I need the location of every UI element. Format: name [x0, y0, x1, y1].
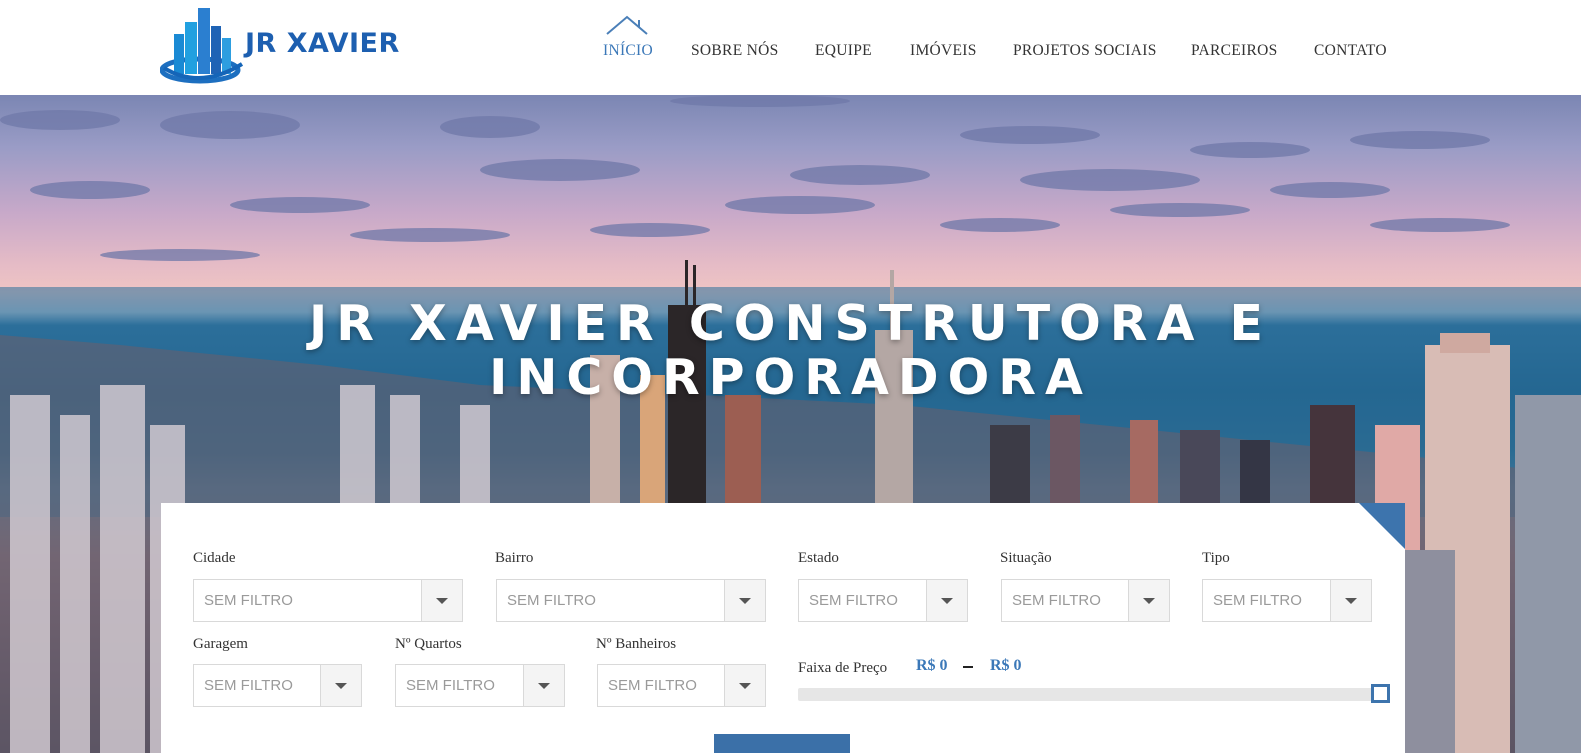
- nav-item-contato[interactable]: CONTATO: [1314, 42, 1387, 60]
- nav-item-projetos-sociais[interactable]: PROJETOS SOCIAIS: [1013, 42, 1157, 60]
- nav-item-imoveis[interactable]: IMÓVEIS: [910, 42, 977, 60]
- select-banheiros[interactable]: SEM FILTRO: [597, 664, 766, 707]
- filter-label-estado: Estado: [798, 550, 839, 566]
- chevron-down-icon[interactable]: [421, 580, 462, 621]
- chevron-down-icon[interactable]: [320, 665, 361, 706]
- main-nav: INÍCIO SOBRE NÓS EQUIPE IMÓVEIS PROJETOS…: [0, 42, 1581, 66]
- select-value: SEM FILTRO: [507, 592, 596, 609]
- select-value: SEM FILTRO: [809, 592, 898, 609]
- search-button[interactable]: [714, 734, 850, 753]
- select-value: SEM FILTRO: [204, 592, 293, 609]
- hero-title-line2: INCORPORADORA: [489, 349, 1092, 406]
- home-icon: [606, 15, 648, 35]
- price-min-value: R$ 0: [916, 657, 948, 674]
- select-value: SEM FILTRO: [1213, 592, 1302, 609]
- select-tipo[interactable]: SEM FILTRO: [1202, 579, 1372, 622]
- select-situacao[interactable]: SEM FILTRO: [1001, 579, 1170, 622]
- nav-item-parceiros[interactable]: PARCEIROS: [1191, 42, 1278, 60]
- price-max-value: R$ 0: [990, 657, 1022, 674]
- select-value: SEM FILTRO: [1012, 592, 1101, 609]
- filter-label-tipo: Tipo: [1202, 550, 1230, 566]
- hero-title: JR XAVIER CONSTRUTORA E INCORPORADORA: [0, 297, 1581, 405]
- filter-label-garagem: Garagem: [193, 636, 248, 652]
- property-search-panel: Cidade SEM FILTRO Bairro SEM FILTRO Esta…: [161, 503, 1405, 753]
- chevron-down-icon[interactable]: [926, 580, 967, 621]
- price-range-label: Faixa de Preço: [798, 660, 888, 676]
- nav-item-sobre-nos[interactable]: SOBRE NÓS: [691, 42, 779, 60]
- nav-item-inicio[interactable]: INÍCIO: [603, 42, 653, 60]
- filter-label-cidade: Cidade: [193, 550, 236, 566]
- filter-label-quartos: Nº Quartos: [395, 636, 462, 652]
- select-value: SEM FILTRO: [204, 677, 293, 694]
- select-bairro[interactable]: SEM FILTRO: [496, 579, 766, 622]
- panel-corner-accent: [1359, 503, 1405, 549]
- select-cidade[interactable]: SEM FILTRO: [193, 579, 463, 622]
- filter-label-situacao: Situação: [1000, 550, 1052, 566]
- filter-label-banheiros: Nº Banheiros: [596, 636, 677, 652]
- hero-title-line1: JR XAVIER CONSTRUTORA E: [309, 295, 1272, 352]
- chevron-down-icon[interactable]: [1330, 580, 1371, 621]
- nav-item-equipe[interactable]: EQUIPE: [815, 42, 872, 60]
- price-range-slider[interactable]: [798, 688, 1390, 701]
- chevron-down-icon[interactable]: [724, 580, 765, 621]
- chevron-down-icon[interactable]: [1128, 580, 1169, 621]
- chevron-down-icon[interactable]: [724, 665, 765, 706]
- select-quartos[interactable]: SEM FILTRO: [395, 664, 565, 707]
- select-estado[interactable]: SEM FILTRO: [798, 579, 968, 622]
- filter-label-bairro: Bairro: [495, 550, 534, 566]
- price-slider-handle[interactable]: [1371, 684, 1390, 703]
- select-value: SEM FILTRO: [608, 677, 697, 694]
- price-range-separator: [963, 666, 973, 668]
- site-header: JR XAVIER INÍCIO SOBRE NÓS EQUIPE IMÓVEI…: [0, 0, 1581, 95]
- chevron-down-icon[interactable]: [523, 665, 564, 706]
- select-garagem[interactable]: SEM FILTRO: [193, 664, 362, 707]
- select-value: SEM FILTRO: [406, 677, 495, 694]
